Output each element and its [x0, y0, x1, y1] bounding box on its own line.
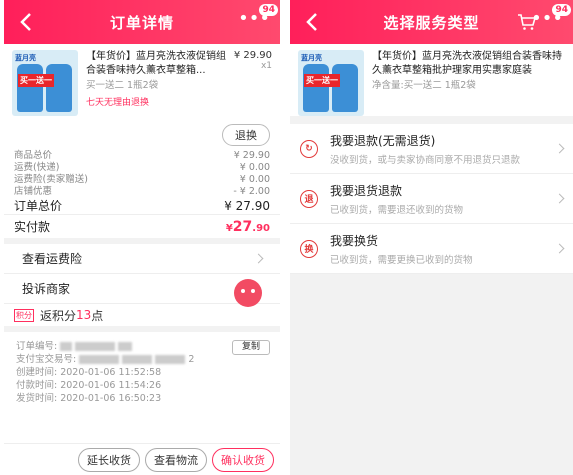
- chevron-right-icon: [253, 253, 264, 264]
- view-shipping-insurance[interactable]: 查看运费险: [4, 244, 280, 274]
- chevron-right-icon: [554, 143, 565, 154]
- points-tag: 积分: [14, 308, 34, 322]
- paid-int: 27: [232, 218, 253, 235]
- service-desc: 没收到货，或与卖家协商同意不用退货只退款: [330, 154, 521, 166]
- reward-points-row: 积分 返积分 13 点: [4, 304, 280, 332]
- page-title: 订单详情: [109, 13, 174, 32]
- product-thumbnail: 蓝月亮 买一送一: [298, 50, 364, 116]
- service-title: 我要退货退款: [330, 183, 403, 198]
- fee-label: 商品总价: [14, 150, 53, 161]
- service-title: 我要退款(无需退货): [330, 133, 436, 148]
- chevron-right-icon: [554, 193, 565, 204]
- redacted-text: [155, 355, 186, 364]
- return-exchange-button[interactable]: 退换: [222, 124, 270, 146]
- mascot-icon[interactable]: [234, 278, 262, 307]
- return-icon: 退: [300, 189, 318, 208]
- fee-value: ¥ 0.00: [239, 162, 270, 173]
- exchange-icon: 换: [300, 239, 318, 258]
- alipay-number-tail: 2: [188, 354, 195, 365]
- order-total-row: 订单总价 ¥ 27.90: [4, 198, 280, 214]
- service-refund-only[interactable]: ↻ 我要退款(无需退货) 没收到货，或与卖家协商同意不用退货只退款: [290, 124, 573, 174]
- order-number-label: 订单编号:: [16, 341, 58, 352]
- product-sku: 净含量:买一送二 1瓶2袋: [372, 80, 476, 91]
- view-logistics-button[interactable]: 查看物流: [145, 447, 207, 472]
- service-exchange[interactable]: 换 我要换货 已收到货，需要更换已收到的货物: [290, 224, 573, 274]
- redacted-text: [79, 355, 120, 364]
- copy-button[interactable]: 复制: [231, 340, 270, 355]
- bottle-image: [332, 64, 358, 112]
- message-badge: 94: [259, 4, 278, 16]
- redacted-text: [60, 342, 73, 351]
- shipped-time: 发货时间: 2020-01-06 16:50:23: [16, 393, 162, 404]
- created-time: 创建时间: 2020-01-06 11:52:58: [16, 367, 162, 378]
- redacted-text: [75, 342, 116, 351]
- back-button[interactable]: [298, 8, 326, 36]
- confirm-receipt-button[interactable]: 确认收货: [212, 447, 274, 472]
- chevron-right-icon: [554, 243, 565, 254]
- bottle-image: [46, 64, 72, 112]
- product-thumbnail: 蓝月亮 买一送一: [12, 50, 78, 116]
- back-arrow-icon: [20, 13, 31, 31]
- more-menu-button[interactable]: ••• 94: [531, 4, 571, 28]
- service-desc: 已收到货，需要退还收到的货物: [330, 204, 464, 216]
- fee-label: 运费险(卖家赠送): [14, 174, 88, 185]
- promo-label: 买一送一: [304, 74, 340, 87]
- alipay-number-label: 支付宝交易号:: [16, 354, 77, 365]
- refund-icon: ↻: [300, 139, 318, 158]
- back-button[interactable]: [12, 8, 40, 36]
- order-total-value: ¥ 27.90: [224, 199, 270, 213]
- brand-logo: 蓝月亮: [15, 54, 36, 62]
- paid-label: 实付款: [14, 220, 51, 234]
- order-total-label: 订单总价: [14, 199, 63, 213]
- paid-currency: ¥: [225, 222, 233, 234]
- fee-label: 运费(快递): [14, 162, 60, 173]
- return-policy-tag: 七天无理由退换: [86, 98, 150, 108]
- complain-merchant[interactable]: 投诉商家: [4, 274, 280, 307]
- fee-breakdown: 商品总价 ¥ 29.90 运费(快递) ¥ 0.00 运费险(卖家赠送) ¥ 0.00…: [4, 150, 280, 198]
- service-type-screen: 选择服务类型 ••• 94 蓝月亮 买一送一 【年货价】蓝月亮洗衣液促销组合装香…: [290, 0, 573, 475]
- bottle-image: [303, 64, 329, 112]
- extend-receipt-button[interactable]: 延长收货: [78, 447, 140, 472]
- points-suffix: 点: [91, 308, 104, 323]
- points-number: 13: [76, 308, 92, 322]
- bottle-image: [17, 64, 43, 112]
- order-detail-screen: 订单详情 ••• 94 蓝月亮 买一送一 【年货价】蓝月亮洗衣液促销组合装香味持…: [4, 0, 280, 475]
- product-name: 【年货价】蓝月亮洗衣液促销组合装香味持久薰衣草整箱...: [86, 51, 226, 76]
- service-options: ↻ 我要退款(无需退货) 没收到货，或与卖家协商同意不用退货只退款 退 我要退货…: [290, 124, 573, 274]
- points-prefix: 返积分: [40, 308, 77, 323]
- more-menu-button[interactable]: ••• 94: [238, 4, 278, 28]
- fee-value: ¥ 29.90: [233, 150, 270, 161]
- service-return-refund[interactable]: 退 我要退货退款 已收到货，需要退还收到的货物: [290, 174, 573, 224]
- back-arrow-icon: [306, 13, 317, 31]
- paid-amount: ¥27.90: [226, 219, 270, 235]
- fee-value: ¥ 0.00: [239, 174, 270, 185]
- service-type-header: 选择服务类型 ••• 94: [290, 0, 573, 44]
- redacted-text: [118, 342, 133, 351]
- fee-label: 店铺优惠: [14, 186, 53, 197]
- product-qty: x1: [260, 61, 272, 71]
- paid-time: 付款时间: 2020-01-06 11:54:26: [16, 380, 162, 391]
- bottom-action-bar: 延长收货 查看物流 确认收货: [4, 443, 280, 475]
- order-meta: 订单编号: 支付宝交易号: 2 创建时间: 2020-01-06 11:52:5…: [4, 332, 280, 405]
- brand-logo: 蓝月亮: [301, 54, 322, 62]
- cell-label: 投诉商家: [22, 282, 71, 296]
- order-product-item[interactable]: 蓝月亮 买一送一 【年货价】蓝月亮洗衣液促销组合装香味持久薰衣草整箱... 买一…: [4, 44, 280, 122]
- paid-dec: .90: [252, 222, 270, 234]
- product-name: 【年货价】蓝月亮洗衣液促销组合装香味持久薰衣草整箱批护理家用实惠家庭装: [372, 51, 562, 76]
- page-title: 选择服务类型: [383, 13, 480, 32]
- fee-value: - ¥ 2.00: [233, 186, 270, 197]
- redacted-text: [122, 355, 153, 364]
- paid-amount-row: 实付款 ¥27.90: [4, 214, 280, 244]
- product-price: ¥ 29.90: [233, 50, 272, 61]
- service-desc: 已收到货，需要更换已收到的货物: [330, 254, 473, 266]
- cell-label: 查看运费险: [22, 252, 83, 266]
- order-detail-header: 订单详情 ••• 94: [4, 0, 280, 44]
- message-badge: 94: [552, 4, 571, 16]
- promo-label: 买一送一: [18, 74, 54, 87]
- service-product-item: 蓝月亮 买一送一 【年货价】蓝月亮洗衣液促销组合装香味持久薰衣草整箱批护理家用实…: [290, 44, 573, 116]
- product-sku: 买一送二 1瓶2袋: [86, 80, 159, 91]
- service-title: 我要换货: [330, 233, 379, 248]
